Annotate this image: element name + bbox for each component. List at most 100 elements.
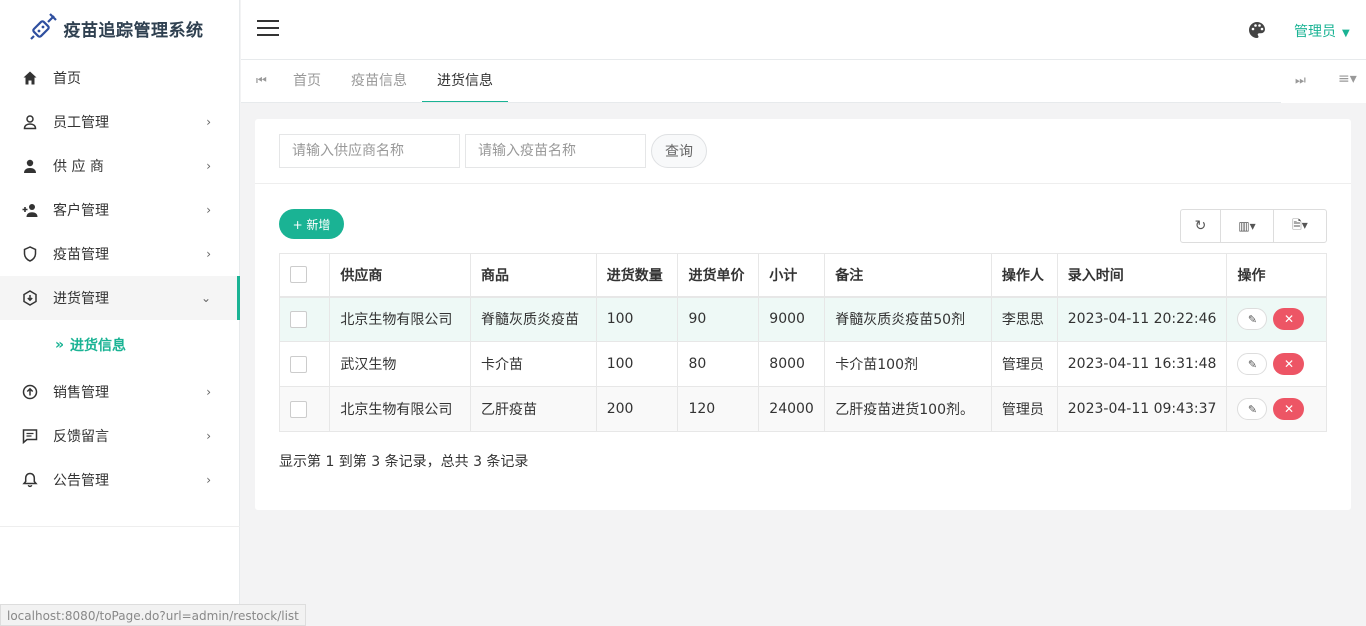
table-row[interactable]: 北京生物有限公司 乙肝疫苗 200 120 24000 乙肝疫苗进货100剂。 管理员 202… bbox=[278, 386, 1327, 432]
chevron-icon: › bbox=[206, 203, 211, 217]
delete-button[interactable]: ✕ bbox=[1273, 353, 1305, 375]
supplier-search-input[interactable] bbox=[279, 134, 460, 168]
column-header[interactable]: 进货数量 bbox=[595, 253, 679, 298]
sidebar-item-2[interactable]: 供 应 商 › bbox=[0, 144, 239, 188]
chevron-icon: › bbox=[206, 385, 211, 399]
table-cell: 120 bbox=[677, 386, 760, 432]
user-outline-icon bbox=[22, 114, 38, 130]
table-body: 北京生物有限公司 脊髓灰质炎疫苗 100 90 9000 脊髓灰质炎疫苗50剂 李思思 202… bbox=[278, 296, 1327, 432]
top-header: 管理员 ▼ bbox=[241, 0, 1366, 60]
bell-icon bbox=[22, 472, 38, 488]
user-name: 管理员 bbox=[1294, 24, 1336, 40]
sidebar-item-label: 员工管理 bbox=[53, 115, 109, 131]
row-select-cell bbox=[278, 341, 331, 387]
table-cell: 2023-04-11 16:31:48 bbox=[1056, 341, 1228, 387]
edit-button[interactable]: ✎ bbox=[1237, 308, 1268, 331]
sidebar-menu: 首页 员工管理 › 供 应 商 › 客户管理 › 疫苗管理 › 进货管理 ⌄» 进货信息 销售管理 › 反馈… bbox=[0, 56, 240, 502]
delete-button[interactable]: ✕ bbox=[1273, 398, 1305, 420]
tabs-menu-icon[interactable]: ≡▾ bbox=[1338, 71, 1357, 87]
sidebar-item-4[interactable]: 疫苗管理 › bbox=[0, 232, 239, 276]
table-cell: 9000 bbox=[758, 296, 826, 342]
actions-cell: ✎ ✕ bbox=[1226, 341, 1327, 387]
row-checkbox[interactable] bbox=[290, 355, 307, 373]
delete-button[interactable]: ✕ bbox=[1273, 308, 1305, 331]
tab-1[interactable]: 疫苗信息 bbox=[336, 60, 422, 103]
sidebar-item-6[interactable]: 销售管理 › bbox=[0, 370, 239, 414]
syringe-logo-icon bbox=[29, 13, 57, 40]
column-header[interactable]: 小计 bbox=[758, 253, 826, 298]
select-all-checkbox[interactable] bbox=[290, 266, 307, 284]
table-cell: 卡介苗 bbox=[470, 341, 597, 387]
search-divider bbox=[255, 183, 1351, 184]
content-card: 查询 + 新增 ↻ ▥▾ 🗎▾ 供应商商品进货数量进货单价小计备注操作人录入时间… bbox=[255, 119, 1351, 510]
box-icon bbox=[22, 290, 38, 306]
submenu-item-restock-info[interactable]: » 进货信息 bbox=[0, 320, 239, 370]
add-button[interactable]: + 新增 bbox=[279, 209, 344, 239]
table-row[interactable]: 北京生物有限公司 脊髓灰质炎疫苗 100 90 9000 脊髓灰质炎疫苗50剂 李思思 202… bbox=[278, 296, 1327, 342]
sidebar-item-label: 反馈留言 bbox=[53, 429, 109, 445]
table-cell: 李思思 bbox=[990, 296, 1058, 342]
tabs-prev-icon[interactable]: ⏮ bbox=[256, 73, 267, 88]
sidebar-item-3[interactable]: 客户管理 › bbox=[0, 188, 239, 232]
logo[interactable]: 疫苗追踪管理系统 bbox=[0, 0, 239, 56]
home-icon bbox=[22, 70, 38, 86]
sidebar-item-8[interactable]: 公告管理 › bbox=[0, 458, 239, 502]
actions-cell: ✎ ✕ bbox=[1226, 386, 1327, 432]
table-cell: 管理员 bbox=[990, 386, 1058, 432]
row-select-cell bbox=[278, 296, 331, 342]
table-cell: 2023-04-11 09:43:37 bbox=[1056, 386, 1228, 432]
table-cell: 脊髓灰质炎疫苗50剂 bbox=[824, 296, 992, 342]
menu-toggle-icon[interactable] bbox=[257, 20, 279, 38]
sidebar-item-0[interactable]: 首页 bbox=[0, 56, 239, 100]
chevron-icon: › bbox=[206, 159, 211, 173]
chevron-icon: › bbox=[206, 115, 211, 129]
sidebar-item-5[interactable]: 进货管理 ⌄ bbox=[0, 276, 240, 320]
user-icon bbox=[22, 158, 38, 174]
table-toolbar: ↻ ▥▾ 🗎▾ bbox=[1180, 209, 1327, 243]
columns-icon[interactable]: ▥▾ bbox=[1221, 210, 1274, 242]
tabs-underline bbox=[241, 102, 1281, 103]
sidebar-item-label: 首页 bbox=[53, 71, 81, 87]
edit-button[interactable]: ✎ bbox=[1237, 353, 1268, 375]
refresh-icon[interactable]: ↻ bbox=[1181, 210, 1221, 242]
column-header[interactable]: 操作 bbox=[1226, 253, 1327, 298]
table-cell: 北京生物有限公司 bbox=[329, 296, 472, 342]
palette-icon[interactable] bbox=[1248, 21, 1266, 39]
user-add-icon bbox=[22, 202, 38, 218]
export-icon[interactable]: 🗎▾ bbox=[1274, 210, 1326, 242]
table-cell: 管理员 bbox=[990, 341, 1058, 387]
query-button[interactable]: 查询 bbox=[651, 134, 707, 168]
table-cell: 100 bbox=[595, 341, 679, 387]
user-dropdown[interactable]: 管理员 ▼ bbox=[1294, 21, 1350, 41]
chevron-icon: ⌄ bbox=[200, 291, 211, 305]
column-header[interactable]: 供应商 bbox=[329, 253, 472, 298]
sidebar-item-label: 供 应 商 bbox=[53, 159, 104, 175]
upload-circle-icon bbox=[22, 384, 38, 400]
column-header[interactable]: 操作人 bbox=[990, 253, 1058, 298]
actions-cell: ✎ ✕ bbox=[1226, 296, 1327, 342]
chevron-icon: › bbox=[206, 473, 211, 487]
submenu-item-label: 进货信息 bbox=[70, 338, 127, 354]
status-bar-url: localhost:8080/toPage.do?url=admin/resto… bbox=[0, 604, 306, 626]
tabs-next-icon[interactable]: ⏭ bbox=[1295, 73, 1306, 88]
select-all-cell bbox=[278, 253, 331, 298]
row-checkbox[interactable] bbox=[290, 400, 307, 418]
column-header[interactable]: 进货单价 bbox=[677, 253, 760, 298]
column-header[interactable]: 备注 bbox=[824, 253, 992, 298]
column-header[interactable]: 商品 bbox=[470, 253, 597, 298]
vaccine-search-input[interactable] bbox=[465, 134, 646, 168]
table-row[interactable]: 武汉生物 卡介苗 100 80 8000 卡介苗100剂 管理员 2023-04-11 16:… bbox=[278, 341, 1327, 387]
tab-0[interactable]: 首页 bbox=[278, 60, 336, 103]
restock-table: 供应商 商品 进货数量 进货单价 小计 备注 操作人 录入时间 操作 北京生物有限公司 脊髓灰质炎… bbox=[278, 253, 1327, 432]
chevron-down-icon: ▼ bbox=[1342, 28, 1350, 39]
edit-button[interactable]: ✎ bbox=[1237, 398, 1268, 420]
chevron-icon: › bbox=[206, 429, 211, 443]
sidebar-item-1[interactable]: 员工管理 › bbox=[0, 100, 239, 144]
row-select-cell bbox=[278, 386, 331, 432]
tab-2[interactable]: 进货信息 bbox=[422, 60, 508, 103]
column-header[interactable]: 录入时间 bbox=[1056, 253, 1228, 298]
row-checkbox[interactable] bbox=[290, 310, 307, 328]
search-form: 查询 bbox=[279, 134, 707, 168]
double-chevron-icon: » bbox=[55, 337, 65, 353]
sidebar-item-7[interactable]: 反馈留言 › bbox=[0, 414, 239, 458]
